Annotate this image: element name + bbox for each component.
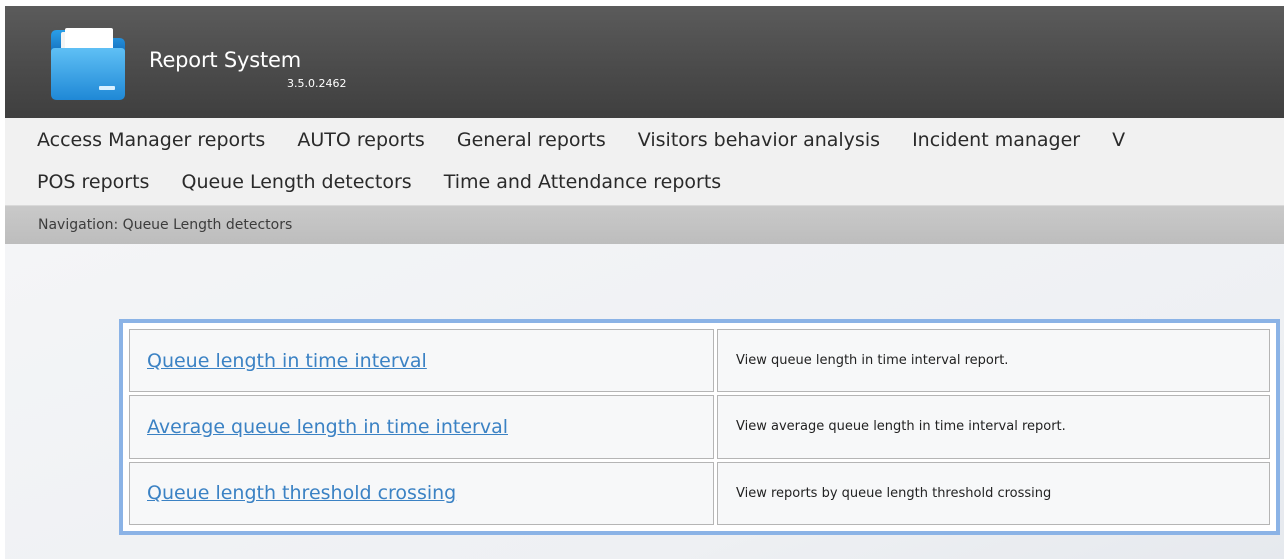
- menu-item-time-and-attendance-reports[interactable]: Time and Attendance reports: [444, 171, 721, 193]
- report-link-average-queue-length[interactable]: Average queue length in time interval: [147, 416, 508, 438]
- report-link-queue-length-threshold-crossing[interactable]: Queue length threshold crossing: [147, 482, 456, 504]
- menu-item-pos-reports[interactable]: POS reports: [37, 171, 149, 193]
- report-description: View reports by queue length threshold c…: [717, 461, 1270, 525]
- reports-table-frame: Queue length in time interval View queue…: [119, 319, 1280, 535]
- table-row: Queue length in time interval View queue…: [129, 329, 1270, 393]
- app-version: 3.5.0.2462: [287, 77, 347, 90]
- menu-item-general-reports[interactable]: General reports: [457, 129, 606, 151]
- report-description: View queue length in time interval repor…: [717, 329, 1270, 393]
- breadcrumb-text: Navigation: Queue Length detectors: [38, 217, 293, 233]
- table-row: Average queue length in time interval Vi…: [129, 395, 1270, 459]
- report-link-cell: Queue length threshold crossing: [129, 461, 714, 525]
- menu-item-truncated[interactable]: V: [1112, 129, 1125, 151]
- main-content: Queue length in time interval View queue…: [5, 244, 1284, 559]
- report-system-page: Report System 3.5.0.2462 Access Manager …: [0, 0, 1284, 559]
- menu-row-1: Access Manager reports AUTO reports Gene…: [37, 129, 1151, 151]
- app-header: Report System 3.5.0.2462: [5, 6, 1284, 118]
- report-link-cell: Queue length in time interval: [129, 329, 714, 393]
- app-title: Report System: [149, 48, 301, 72]
- main-menu: Access Manager reports AUTO reports Gene…: [5, 118, 1284, 206]
- report-link-cell: Average queue length in time interval: [129, 395, 714, 459]
- report-description: View average queue length in time interv…: [717, 395, 1270, 459]
- menu-row-2: POS reports Queue Length detectors Time …: [37, 171, 747, 193]
- menu-item-incident-manager[interactable]: Incident manager: [912, 129, 1080, 151]
- folder-icon: [51, 28, 125, 100]
- reports-table: Queue length in time interval View queue…: [126, 326, 1273, 528]
- menu-item-access-manager-reports[interactable]: Access Manager reports: [37, 129, 265, 151]
- breadcrumb: Navigation: Queue Length detectors: [5, 206, 1284, 244]
- menu-item-queue-length-detectors[interactable]: Queue Length detectors: [182, 171, 412, 193]
- menu-item-auto-reports[interactable]: AUTO reports: [297, 129, 424, 151]
- menu-item-visitors-behavior-analysis[interactable]: Visitors behavior analysis: [638, 129, 880, 151]
- table-row: Queue length threshold crossing View rep…: [129, 461, 1270, 525]
- report-link-queue-length-in-time-interval[interactable]: Queue length in time interval: [147, 350, 427, 372]
